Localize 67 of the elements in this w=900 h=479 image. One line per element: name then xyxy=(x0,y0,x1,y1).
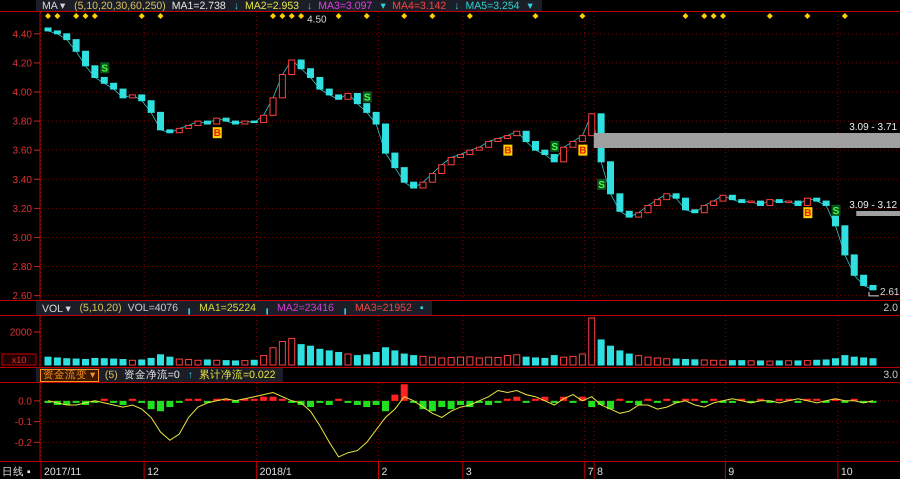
date-label: 8 xyxy=(597,466,603,478)
trend-arrow: ↓ xyxy=(454,0,460,12)
date-label: 7 xyxy=(588,466,594,478)
axis-label: 4.40 xyxy=(12,29,32,40)
axis-label: 0.0 xyxy=(18,396,32,408)
indicator-value: MA3=3.097 xyxy=(318,0,372,12)
trend-arrow: ╻ xyxy=(342,302,349,314)
indicator-value: MA4=3.142 xyxy=(392,0,446,12)
trend-arrow: ▾ xyxy=(380,0,386,12)
indicator-value: MA2=23416 xyxy=(277,302,334,314)
unit-label: x10 xyxy=(2,354,36,366)
scale-label: 3.0 xyxy=(883,369,899,381)
sell-signal-marker: S xyxy=(832,204,840,217)
sell-signal-marker: S xyxy=(362,91,372,104)
sell-signal-marker: S xyxy=(550,140,560,153)
indicator-value: VOL=4076 xyxy=(128,302,178,314)
trend-arrow: ▪ xyxy=(420,302,424,314)
date-label: 10 xyxy=(840,466,853,478)
price-label: 2.61 xyxy=(880,286,900,298)
indicator-menu[interactable]: VOL ▾ xyxy=(40,302,74,314)
axis-label: 4.20 xyxy=(12,58,32,70)
indicator-menu[interactable]: MA ▾ xyxy=(40,0,68,12)
indicator-value: 累计净流=0.022 xyxy=(199,369,276,381)
trend-arrow: ↓ xyxy=(307,0,312,12)
date-label: 9 xyxy=(728,466,734,478)
trend-arrow: ╻ xyxy=(264,302,272,314)
trend-arrow: ↑ xyxy=(188,369,193,381)
axis-label: -0.2 xyxy=(14,438,32,449)
trend-arrow: ╻ xyxy=(186,302,194,314)
axis-label: 3.80 xyxy=(12,116,32,128)
axis-label: 4.00 xyxy=(12,88,32,98)
price-label: 4.50 xyxy=(307,14,327,26)
axis-label: 2.80 xyxy=(12,262,32,274)
buy-signal-marker: B xyxy=(803,207,812,220)
date-label: 3 xyxy=(466,466,472,478)
scale-label: 2.0 xyxy=(883,302,899,314)
price-range-label: 3.09 - 3.12 xyxy=(849,200,897,211)
axis-label: -0.1 xyxy=(14,417,32,428)
indicator-value: MA1=2.738 xyxy=(172,0,226,12)
sell-signal-marker: S xyxy=(100,62,110,74)
trend-arrow: ▾ xyxy=(528,0,534,12)
axis-label: 2.60 xyxy=(12,291,32,300)
date-label: 2017/11 xyxy=(44,466,82,478)
indicator-value: MA5=3.254 xyxy=(466,0,520,12)
indicator-value: MA3=21952 xyxy=(354,302,412,314)
axis-label: 3.40 xyxy=(12,174,32,186)
indicator-value: 资金净流=0 xyxy=(124,369,180,381)
axis-label: 3.20 xyxy=(12,204,32,215)
axis-label: 3.60 xyxy=(12,146,32,157)
buy-signal-marker: B xyxy=(212,127,222,140)
date-label: 2 xyxy=(382,466,388,478)
indicator-value: MA1=25224 xyxy=(199,302,256,314)
period-selector[interactable]: 日线 ▪ xyxy=(2,466,31,478)
trend-arrow: ↓ xyxy=(234,0,239,12)
date-label: 12 xyxy=(147,466,159,478)
date-label: 2018/1 xyxy=(260,466,292,478)
indicator-menu[interactable]: 资金流变 ▾ xyxy=(40,368,99,382)
indicator-value: MA2=2.953 xyxy=(245,0,299,12)
axis-label: 2000 xyxy=(10,328,32,338)
axis-label: 3.00 xyxy=(12,232,32,244)
price-range-label: 3.09 - 3.71 xyxy=(849,122,897,133)
parameter-list: (5) xyxy=(104,369,118,381)
parameter-list: (5,10,20,30,60,250) xyxy=(74,0,166,12)
sell-signal-marker: S xyxy=(597,178,606,191)
parameter-list: (5,10,20) xyxy=(80,302,122,314)
buy-signal-marker: B xyxy=(578,144,588,157)
buy-signal-marker: B xyxy=(503,144,512,157)
